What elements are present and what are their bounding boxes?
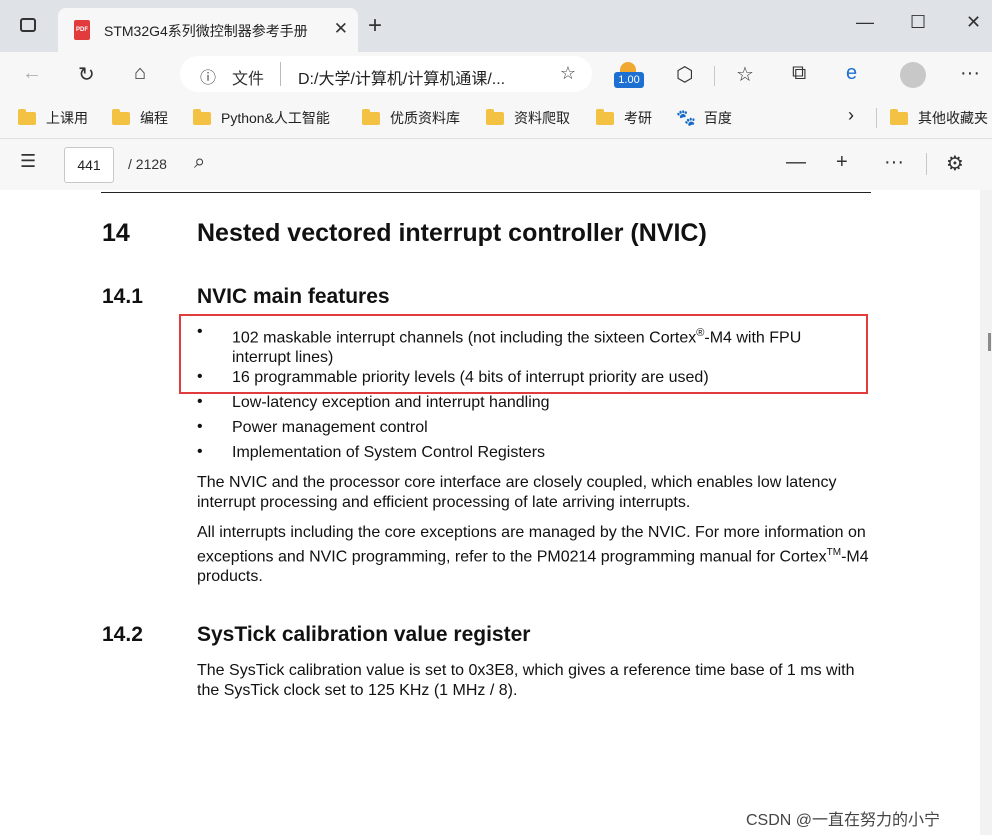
- info-icon[interactable]: ⓘ: [200, 64, 216, 88]
- folder-icon: [596, 109, 614, 125]
- other-favorites-folder[interactable]: 其他收藏夹: [890, 108, 988, 128]
- protocol-label: 文件: [232, 71, 265, 88]
- bookmark-label: 上课用: [46, 110, 88, 126]
- bookmark-label: 编程: [140, 110, 168, 126]
- more-menu-icon[interactable]: ···: [960, 62, 980, 85]
- folder-icon: [890, 109, 908, 125]
- bookmark-ziliaopaqu[interactable]: 资料爬取: [486, 108, 570, 128]
- folder-icon: [18, 109, 36, 125]
- bookmark-youzhiziliaoku[interactable]: 优质资料库: [362, 108, 460, 128]
- url-text[interactable]: D:/大学/计算机/计算机通课/...: [298, 65, 505, 89]
- address-separator: [280, 62, 281, 86]
- add-favorite-icon[interactable]: ☆: [560, 63, 576, 84]
- scrollbar-thumb[interactable]: [988, 333, 991, 351]
- bookmark-label: 考研: [624, 110, 652, 126]
- chapter-title: Nested vectored interrupt controller (NV…: [197, 219, 707, 247]
- zoom-in-icon[interactable]: +: [836, 151, 848, 174]
- tab-actions-icon[interactable]: [20, 18, 36, 32]
- collections-icon[interactable]: ⧉: [792, 62, 806, 85]
- settings-gear-icon[interactable]: ⚙: [946, 151, 964, 176]
- section-number: 14.1: [102, 285, 143, 308]
- bookmark-python-ai[interactable]: Python&人工智能: [193, 108, 330, 128]
- bookmark-biancheng[interactable]: 编程: [112, 108, 168, 128]
- tab-close-button[interactable]: ✕: [334, 19, 348, 39]
- extension-badge: 1.00: [614, 72, 644, 88]
- page-total: / 2128: [128, 156, 167, 172]
- bookmarks-divider: [876, 108, 877, 128]
- paragraph: The NVIC and the processor core interfac…: [197, 474, 837, 511]
- bookmark-kaoyan[interactable]: 考研: [596, 108, 652, 128]
- title-bar: PDF STM32G4系列微控制器参考手册 ✕ + — ☐ ✕: [0, 0, 992, 52]
- browser-tab[interactable]: PDF STM32G4系列微控制器参考手册 ✕: [58, 8, 358, 52]
- folder-icon: [193, 109, 211, 125]
- folder-icon: [112, 109, 130, 125]
- highlight-annotation-box: [179, 314, 868, 394]
- favorites-icon[interactable]: ☆: [736, 62, 754, 87]
- chapter-number: 14: [102, 219, 130, 247]
- tab-title: STM32G4系列微控制器参考手册: [104, 23, 308, 39]
- baidu-paw-icon: 🐾: [676, 110, 696, 127]
- more-bookmarks-chevron-icon[interactable]: ›: [848, 105, 854, 126]
- page-top-rule: [101, 192, 871, 193]
- new-tab-button[interactable]: +: [368, 12, 382, 40]
- bookmark-label: 资料爬取: [514, 110, 570, 126]
- section-number: 14.2: [102, 623, 143, 646]
- table-of-contents-icon[interactable]: ☰: [20, 151, 36, 172]
- page-number-input[interactable]: 441: [64, 147, 114, 183]
- back-arrow-icon[interactable]: ←: [22, 62, 42, 85]
- feature-item: Power management control: [232, 419, 428, 436]
- folder-icon: [486, 109, 504, 125]
- bookmark-label: Python&人工智能: [221, 110, 330, 126]
- bookmark-label: 优质资料库: [390, 110, 460, 126]
- bullet-marker: •: [197, 443, 203, 460]
- address-bar[interactable]: ⓘ 文件 D:/大学/计算机/计算机通课/... ☆: [180, 56, 592, 92]
- search-icon[interactable]: ⌕: [194, 151, 205, 174]
- more-options-icon[interactable]: ···: [884, 151, 904, 174]
- section-title: NVIC main features: [197, 285, 390, 308]
- extensions-icon[interactable]: ⬡: [676, 62, 693, 87]
- feature-item: Implementation of System Control Registe…: [232, 444, 546, 461]
- bookmark-baidu[interactable]: 🐾 百度: [676, 108, 732, 128]
- bullet-marker: •: [197, 393, 203, 410]
- close-window-button[interactable]: ✕: [966, 12, 981, 33]
- section-title: SysTick calibration value register: [197, 623, 531, 646]
- zoom-out-icon[interactable]: —: [786, 151, 806, 174]
- watermark: CSDN @一直在努力的小宁: [746, 812, 941, 829]
- folder-icon: [362, 109, 380, 125]
- pdf-icon: PDF: [74, 20, 90, 40]
- bookmark-shangkeyong[interactable]: 上课用: [18, 108, 88, 128]
- home-icon[interactable]: ⌂: [134, 62, 146, 85]
- pdf-toolbar: ☰ 441 / 2128 ⌕ — + ··· ⚙: [0, 139, 992, 191]
- pdf-page: 14 Nested vectored interrupt controller …: [0, 190, 980, 835]
- vertical-scrollbar[interactable]: [980, 190, 992, 835]
- bookmark-label: 其他收藏夹: [918, 110, 988, 126]
- navigation-bar: ← ↻ ⌂ ⓘ 文件 D:/大学/计算机/计算机通课/... ☆ 1.00 ⬡ …: [0, 52, 992, 98]
- toolbar-divider: [714, 66, 715, 86]
- bullet-marker: •: [197, 418, 203, 435]
- bookmarks-bar: 上课用 编程 Python&人工智能 优质资料库 资料爬取 考研 🐾 百度 › 其…: [0, 98, 992, 139]
- paragraph: All interrupts including the core except…: [197, 524, 869, 586]
- ie-mode-icon[interactable]: e: [846, 62, 857, 85]
- maximize-button[interactable]: ☐: [910, 12, 926, 33]
- pdf-toolbar-divider: [926, 153, 927, 175]
- paragraph: The SysTick calibration value is set to …: [197, 662, 855, 699]
- minimize-button[interactable]: —: [856, 12, 874, 33]
- refresh-icon[interactable]: ↻: [78, 62, 95, 87]
- profile-avatar[interactable]: [900, 62, 926, 88]
- feature-item: Low-latency exception and interrupt hand…: [232, 394, 550, 411]
- bookmark-label: 百度: [703, 110, 732, 126]
